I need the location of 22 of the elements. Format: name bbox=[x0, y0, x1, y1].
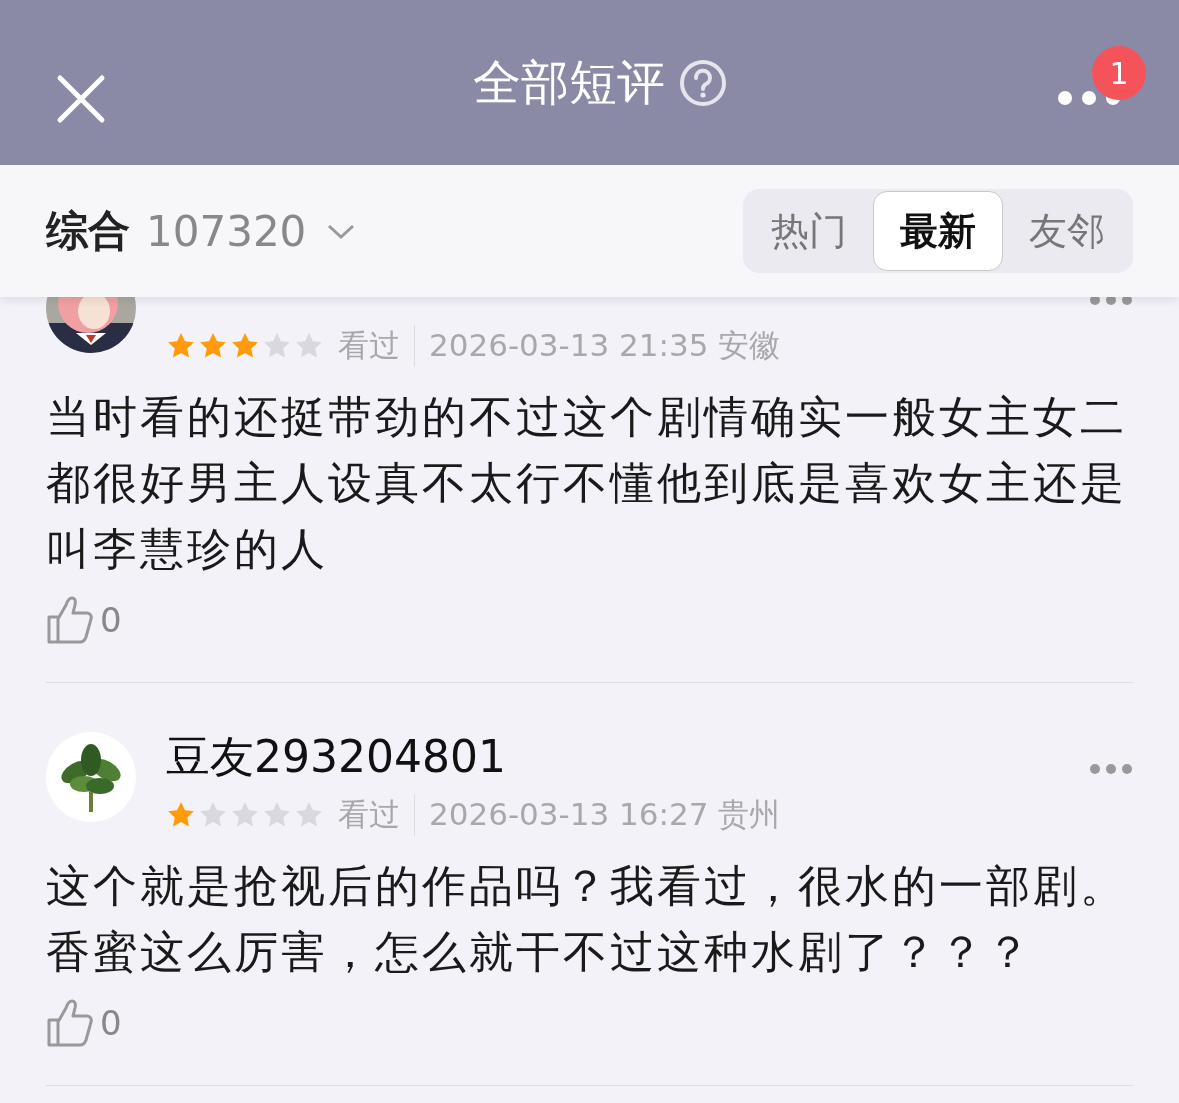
more-icon[interactable] bbox=[1089, 763, 1133, 775]
tab[interactable]: 热门 bbox=[745, 191, 873, 271]
watch-status: 看过 bbox=[338, 794, 415, 836]
like-count: 0 bbox=[100, 600, 122, 640]
more-icon[interactable] bbox=[1089, 297, 1133, 306]
review-text: 这个就是抢视后的作品吗？我看过，很水的一部剧。香蜜这么厉害，怎么就干不过这种水剧了？？？ bbox=[46, 859, 1128, 979]
page-title: 全部短评 bbox=[472, 52, 665, 112]
user-name[interactable]: 豆友293204801 bbox=[166, 729, 781, 785]
sort-label[interactable]: 综合 bbox=[46, 203, 130, 259]
tab[interactable]: 最新 bbox=[873, 191, 1003, 271]
review-text: 当时看的还挺带劲的不过这个剧情确实一般女主女二都很好男主人设真不太行不懂他到底是喜欢女主还是叫李慧珍的人 bbox=[46, 390, 1128, 576]
like-count: 0 bbox=[100, 1003, 122, 1043]
tab[interactable]: 友邻 bbox=[1003, 191, 1131, 271]
close-icon[interactable] bbox=[56, 74, 106, 124]
thumbs-up-icon[interactable] bbox=[46, 998, 94, 1048]
notification-badge: 1 bbox=[1092, 46, 1146, 100]
review-time: 2026-03-13 16:27 贵州 bbox=[429, 795, 781, 834]
review-time: 2026-03-13 21:35 安徽 bbox=[429, 326, 781, 365]
thumbs-up-icon[interactable] bbox=[46, 595, 94, 645]
review-count: 107320 bbox=[146, 206, 307, 256]
help-icon[interactable] bbox=[678, 58, 727, 107]
watch-status: 看过 bbox=[338, 325, 415, 367]
